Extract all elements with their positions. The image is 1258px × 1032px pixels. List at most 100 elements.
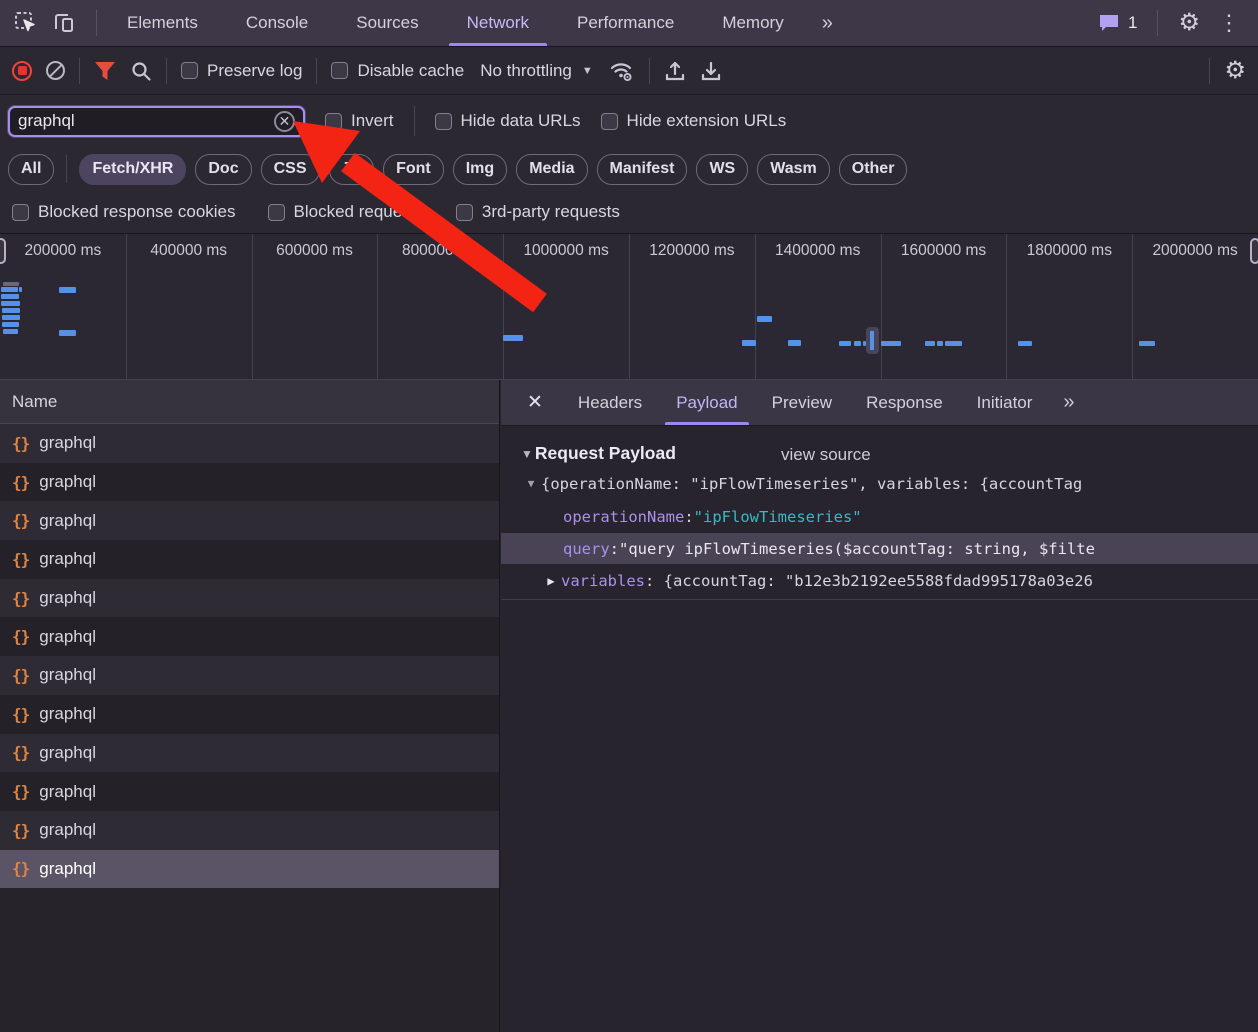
detail-tab-response[interactable]: Response [849, 380, 960, 425]
payload-line[interactable]: operationName: "ipFlowTimeseries" [501, 501, 1258, 532]
timeline-right-handle[interactable] [1250, 238, 1258, 264]
chip-all[interactable]: All [8, 154, 54, 185]
close-detail-icon[interactable]: ✕ [501, 380, 561, 425]
checkbox-label: 3rd-party requests [482, 202, 620, 222]
name-column-header[interactable]: Name [0, 380, 499, 424]
invert-checkbox[interactable]: Invert [325, 111, 394, 131]
request-row[interactable]: {}graphql [0, 811, 499, 850]
timeline-activity-bar [59, 330, 76, 336]
network-conditions-icon[interactable] [609, 60, 635, 82]
checkbox[interactable] [601, 113, 618, 130]
more-detail-tabs-icon[interactable]: » [1049, 380, 1086, 425]
chip-ws[interactable]: WS [696, 154, 748, 185]
detail-tab-payload[interactable]: Payload [659, 380, 754, 425]
devtools-window: ElementsConsoleSourcesNetworkPerformance… [0, 0, 1258, 1032]
timeline-activity-bar [3, 282, 19, 286]
chip-js[interactable]: JS [329, 154, 375, 185]
disable-cache-checkbox[interactable]: Disable cache [331, 61, 464, 81]
throttling-dropdown[interactable]: No throttling ▼ [478, 61, 595, 81]
checkbox[interactable] [435, 113, 452, 130]
tab-network[interactable]: Network [443, 0, 553, 46]
timeline-selected-marker[interactable] [866, 327, 879, 354]
chip-fetchxhr[interactable]: Fetch/XHR [79, 154, 186, 185]
clear-filter-icon[interactable]: ✕ [274, 111, 295, 132]
request-row[interactable]: {}graphql [0, 656, 499, 695]
payload-line[interactable]: ▼{operationName: "ipFlowTimeseries", var… [501, 468, 1258, 499]
payload-line[interactable]: query: "query ipFlowTimeseries($accountT… [501, 533, 1258, 564]
checkbox[interactable] [331, 62, 348, 79]
tab-elements[interactable]: Elements [103, 0, 222, 46]
chip-media[interactable]: Media [516, 154, 587, 185]
hide-extension-urls-checkbox[interactable]: Hide extension URLs [601, 111, 787, 131]
filter-input[interactable]: graphql ✕ [8, 106, 305, 137]
chip-wasm[interactable]: Wasm [757, 154, 830, 185]
chip-manifest[interactable]: Manifest [597, 154, 688, 185]
network-settings-gear-icon[interactable]: ⚙ [1224, 59, 1246, 83]
timeline-left-handle[interactable] [0, 238, 6, 264]
payload-line[interactable]: ▶variables: {accountTag: "b12e3b2192ee55… [501, 565, 1258, 596]
search-icon[interactable] [130, 60, 152, 82]
hide-data-urls-checkbox[interactable]: Hide data URLs [435, 111, 581, 131]
collapse-triangle-icon[interactable]: ▼ [521, 447, 533, 461]
payload-panel: ▼ Request Payload view source ▼{operatio… [501, 426, 1258, 1032]
tab-memory[interactable]: Memory [698, 0, 807, 46]
fetch-xhr-icon: {} [12, 859, 29, 878]
checkbox[interactable] [325, 113, 342, 130]
checkbox[interactable] [268, 204, 285, 221]
more-panels-icon[interactable]: » [808, 12, 845, 35]
timeline-activity-bar [757, 316, 772, 322]
detail-tab-preview[interactable]: Preview [755, 380, 849, 425]
checkbox[interactable] [181, 62, 198, 79]
tab-performance[interactable]: Performance [553, 0, 698, 46]
chip-css[interactable]: CSS [261, 154, 320, 185]
request-row[interactable]: {}graphql [0, 850, 499, 889]
chip-font[interactable]: Font [383, 154, 444, 185]
chip-other[interactable]: Other [839, 154, 908, 185]
blocked-response-cookies-checkbox[interactable]: Blocked response cookies [12, 202, 236, 222]
checkbox[interactable] [12, 204, 29, 221]
request-name: graphql [39, 588, 96, 608]
inspect-element-icon[interactable] [14, 11, 38, 35]
detail-tab-headers[interactable]: Headers [561, 380, 659, 425]
payload-text: variables [561, 572, 645, 590]
tab-sources[interactable]: Sources [332, 0, 442, 46]
request-row[interactable]: {}graphql [0, 424, 499, 463]
3rd-party-requests-checkbox[interactable]: 3rd-party requests [456, 202, 620, 222]
request-name: graphql [39, 704, 96, 724]
checkbox[interactable] [456, 204, 473, 221]
export-har-icon[interactable] [700, 60, 722, 82]
request-row[interactable]: {}graphql [0, 734, 499, 773]
import-har-icon[interactable] [664, 60, 686, 82]
payload-text: : {accountTag: "b12e3b2192ee5588fdad9951… [645, 572, 1093, 590]
payload-text: operationName [563, 508, 684, 526]
request-row[interactable]: {}graphql [0, 463, 499, 502]
chip-img[interactable]: Img [453, 154, 507, 185]
network-main-area: Name {}graphql{}graphql{}graphql{}graphq… [0, 380, 1258, 1032]
kebab-menu-icon[interactable]: ⋮ [1214, 12, 1244, 34]
request-row[interactable]: {}graphql [0, 617, 499, 656]
divider [649, 58, 650, 84]
timeline-tick-label: 2000000 ms [1152, 242, 1237, 260]
expand-triangle-icon[interactable]: ▼ [521, 477, 541, 490]
expand-triangle-icon[interactable]: ▶ [541, 574, 561, 588]
request-row[interactable]: {}graphql [0, 579, 499, 618]
record-network-log-button[interactable] [12, 61, 32, 81]
request-row[interactable]: {}graphql [0, 501, 499, 540]
view-source-link[interactable]: view source [781, 445, 871, 465]
settings-gear-icon[interactable]: ⚙ [1178, 11, 1200, 35]
request-row[interactable]: {}graphql [0, 772, 499, 811]
issues-message-icon[interactable] [1098, 13, 1120, 33]
request-row[interactable]: {}graphql [0, 540, 499, 579]
device-toolbar-icon[interactable] [52, 11, 76, 35]
network-toolbar: Preserve log Disable cache No throttling… [0, 47, 1258, 95]
preserve-log-checkbox[interactable]: Preserve log [181, 61, 302, 81]
request-row[interactable]: {}graphql [0, 695, 499, 734]
chevron-down-icon: ▼ [582, 65, 593, 77]
blocked-requests-checkbox[interactable]: Blocked requests [268, 202, 424, 222]
tab-console[interactable]: Console [222, 0, 332, 46]
clear-network-log-icon[interactable] [46, 61, 65, 80]
detail-tab-initiator[interactable]: Initiator [960, 380, 1050, 425]
network-overview-timeline[interactable]: 200000 ms400000 ms600000 ms800000 ms1000… [0, 233, 1258, 380]
filter-icon[interactable] [94, 61, 116, 81]
chip-doc[interactable]: Doc [195, 154, 251, 185]
